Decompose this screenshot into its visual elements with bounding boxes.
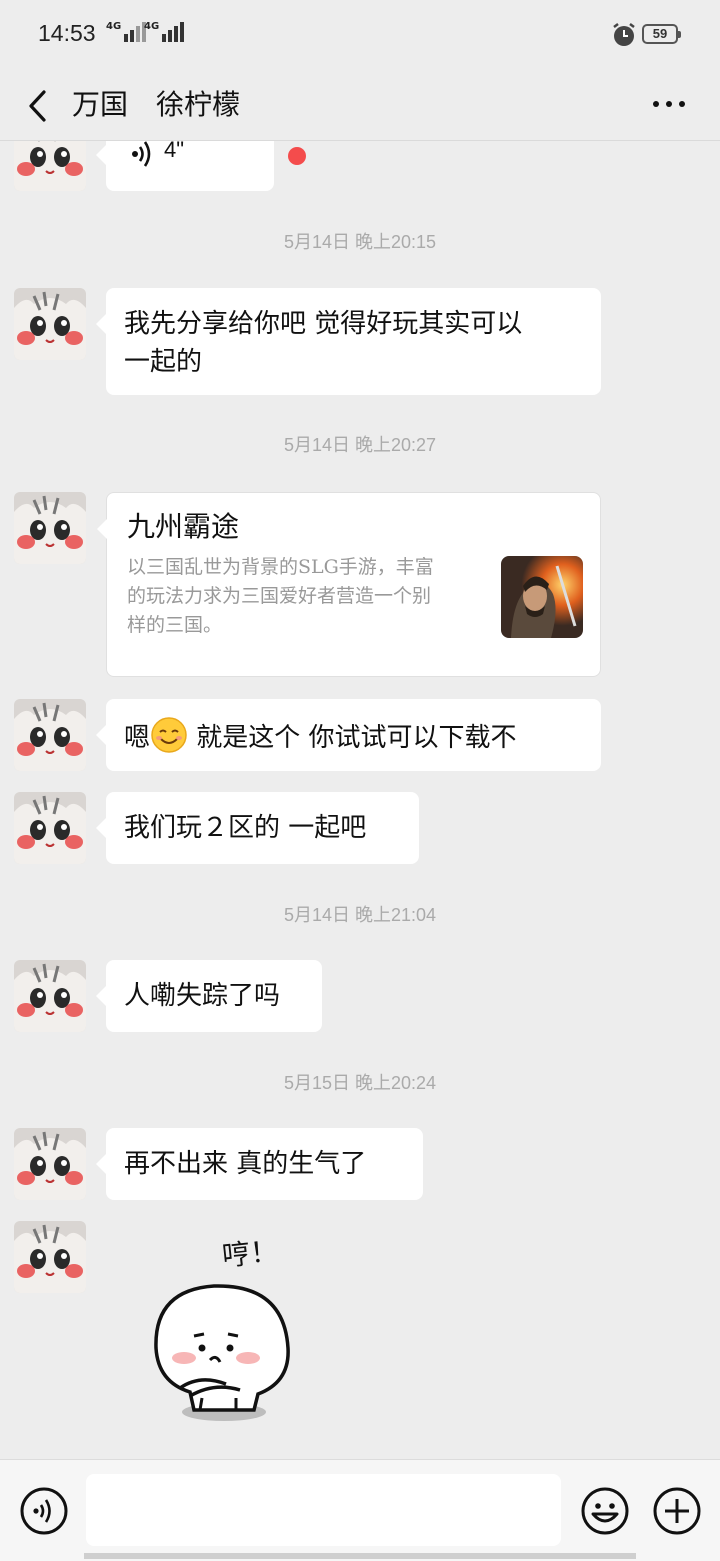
more-dots-icon[interactable] xyxy=(650,94,690,114)
timestamp: 5月14日 晚上20:15 xyxy=(283,232,437,252)
home-indicator xyxy=(84,1553,636,1559)
alarm-icon xyxy=(613,23,635,46)
avatar[interactable] xyxy=(14,141,86,191)
card-title: 九州霸途 xyxy=(127,510,240,543)
app-share-card[interactable]: 九州霸途 以三国乱世为背景的SLG手游，丰富 的玩法力求为三国爱好者营造一个别 … xyxy=(97,492,601,677)
text-message-bubble[interactable]: 我们玩２区的 一起吧 xyxy=(96,792,419,864)
unread-dot xyxy=(288,147,306,165)
sticker-image xyxy=(154,1284,290,1421)
message-text-line: 我先分享给你吧 觉得好玩其实可以 xyxy=(124,309,523,339)
timestamp: 5月15日 晚上20:24 xyxy=(283,1073,437,1093)
voice-wave-icon xyxy=(132,141,151,167)
text-message-bubble[interactable]: 嗯 就是这个 你试试可以下载不 xyxy=(96,699,601,771)
sticker-message[interactable]: 哼！ xyxy=(140,1226,310,1436)
voice-duration: 4" xyxy=(164,141,185,162)
voice-input-icon[interactable] xyxy=(19,1486,69,1536)
emoji-icon[interactable] xyxy=(580,1486,630,1536)
avatar[interactable] xyxy=(14,1128,86,1200)
signal-icon-2: 4G xyxy=(144,22,185,42)
chat-header: 万国 徐柠檬 xyxy=(0,70,720,141)
text-message-bubble[interactable]: 人嘞失踪了吗 xyxy=(96,960,322,1032)
signal-icon: 4G xyxy=(106,22,147,42)
message-input-bar xyxy=(0,1459,720,1561)
chat-title: 万国 徐柠檬 xyxy=(72,88,241,121)
battery-indicator: 59 xyxy=(642,24,681,44)
voice-message-bubble[interactable]: 4" xyxy=(96,141,274,191)
plus-icon[interactable] xyxy=(652,1486,702,1536)
avatar[interactable] xyxy=(14,1221,86,1293)
chevron-left-icon[interactable] xyxy=(20,82,56,128)
card-description: 以三国乱世为背景的SLG手游，丰富 的玩法力求为三国爱好者营造一个别 样的三国。 xyxy=(127,556,434,636)
message-list[interactable]: 4" 5月14日 晚上20:15 我先分享给你吧 觉得好玩其实可以 一起的 5月… xyxy=(0,141,720,1459)
timestamp: 5月14日 晚上20:27 xyxy=(283,435,437,455)
text-message-bubble[interactable]: 再不出来 真的生气了 xyxy=(96,1128,423,1200)
sticker-caption: 哼！ xyxy=(220,1234,280,1273)
avatar[interactable] xyxy=(14,792,86,864)
avatar[interactable] xyxy=(14,699,86,771)
text-message-bubble[interactable]: 我先分享给你吧 觉得好玩其实可以 一起的 xyxy=(96,288,601,395)
smiling-face-emoji xyxy=(151,717,187,753)
status-bar: 14:53 4G 4G 59 xyxy=(0,0,720,70)
avatar[interactable] xyxy=(14,492,86,564)
message-text-line: 一起的 xyxy=(124,347,203,377)
message-input[interactable] xyxy=(86,1474,561,1546)
status-time: 14:53 xyxy=(38,20,96,46)
avatar[interactable] xyxy=(14,288,86,360)
avatar[interactable] xyxy=(14,960,86,1032)
timestamp: 5月14日 晚上21:04 xyxy=(283,905,437,925)
game-thumbnail xyxy=(501,556,583,638)
